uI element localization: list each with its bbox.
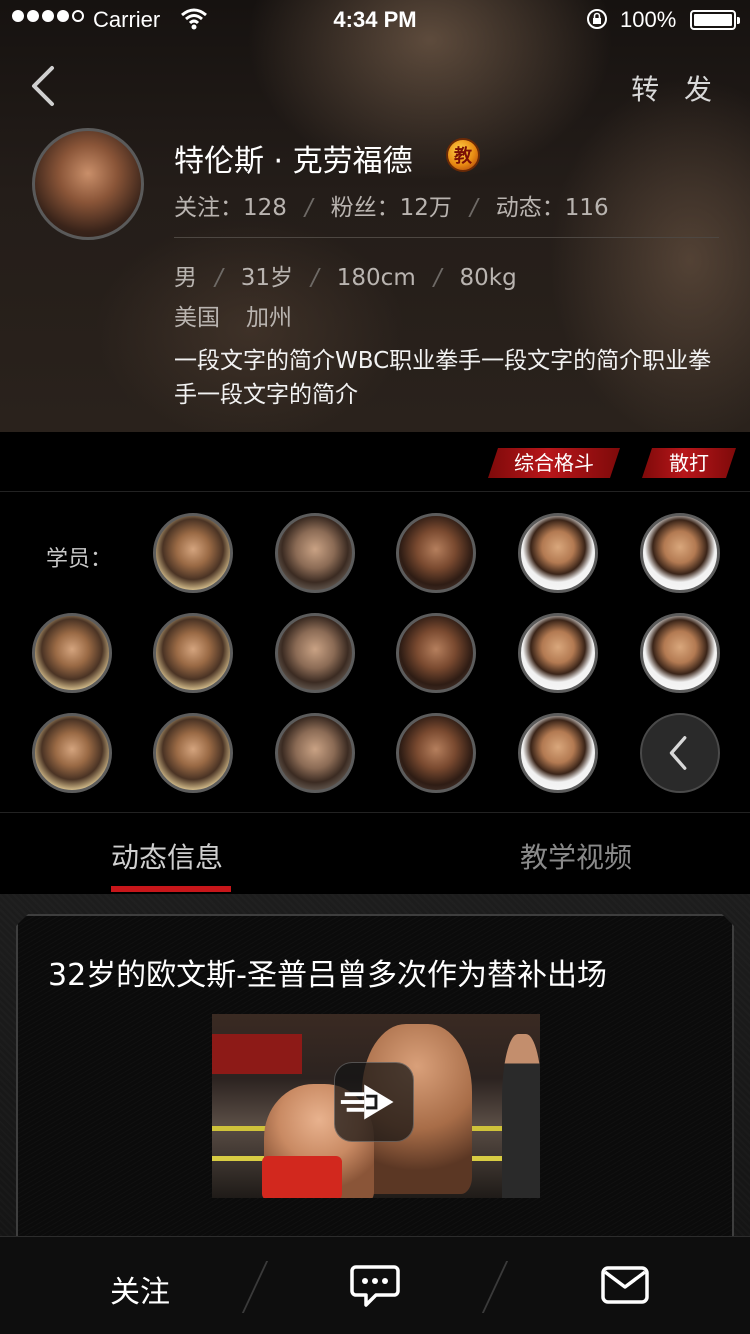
profile-header: Carrier 4:34 PM 100% 转 发 特伦斯 · 克劳福德 教 关注… — [0, 0, 750, 432]
video-thumbnail[interactable] — [212, 1014, 540, 1198]
video-play-icon[interactable] — [334, 1062, 414, 1142]
tab-activity[interactable]: 动态信息 — [111, 836, 223, 876]
rotation-lock-icon — [587, 9, 607, 29]
attr-separator: / — [311, 265, 319, 291]
back-chevron-icon[interactable] — [24, 62, 64, 110]
student-avatar[interactable] — [518, 613, 598, 693]
tab-teaching-videos[interactable]: 教学视频 — [520, 836, 632, 876]
student-avatar[interactable] — [275, 513, 355, 593]
tag-mma[interactable]: 综合格斗 — [488, 448, 620, 478]
bar-divider — [481, 1261, 509, 1313]
activity-feed: 32岁的欧文斯-圣普吕曾多次作为替补出场 — [0, 894, 750, 1236]
profile-bio: 一段文字的简介WBC职业拳手一段文字的简介职业拳手一段文字的简介 — [174, 348, 712, 408]
age: 31岁 — [240, 265, 294, 291]
student-avatar[interactable] — [275, 613, 355, 693]
student-avatar[interactable] — [518, 713, 598, 793]
student-avatar[interactable] — [153, 713, 233, 793]
profile-name: 特伦斯 · 克劳福德 — [174, 144, 413, 179]
more-students-button[interactable] — [640, 713, 720, 793]
posts-count[interactable]: 动态：116 — [496, 188, 609, 222]
fighter-shorts — [262, 1156, 342, 1198]
student-avatar[interactable] — [32, 713, 112, 793]
stat-separator: / — [304, 195, 313, 221]
fans-count[interactable]: 粉丝：12万 — [331, 188, 452, 222]
students-label: 学员： — [46, 547, 113, 572]
profile-avatar[interactable] — [32, 128, 144, 240]
attr-separator: / — [215, 265, 223, 291]
chat-bubble-icon[interactable] — [350, 1263, 400, 1309]
tags-bar: 综合格斗 散打 — [0, 432, 750, 492]
student-avatar[interactable] — [640, 513, 720, 593]
content-tabs: 动态信息 教学视频 — [0, 814, 750, 894]
student-avatar[interactable] — [32, 613, 112, 693]
coach-badge-icon: 教 — [446, 138, 480, 172]
feed-card[interactable]: 32岁的欧文斯-圣普吕曾多次作为替补出场 — [16, 914, 734, 1244]
student-avatar[interactable] — [640, 613, 720, 693]
share-button[interactable]: 转 发 — [631, 68, 720, 108]
student-avatar[interactable] — [396, 513, 476, 593]
profile-attributes: 男 / 31岁 / 180cm / 80kg — [174, 258, 517, 292]
active-tab-indicator — [111, 886, 231, 892]
battery-icon — [690, 10, 740, 30]
bar-divider — [241, 1261, 269, 1313]
follow-button[interactable]: 关注 — [110, 1267, 170, 1311]
stat-separator: / — [469, 195, 478, 221]
weight: 80kg — [459, 265, 517, 291]
following-count[interactable]: 关注：128 — [174, 188, 287, 222]
post-title[interactable]: 32岁的欧文斯-圣普吕曾多次作为替补出场 — [48, 950, 607, 994]
student-avatar[interactable] — [275, 713, 355, 793]
country: 美国 — [174, 305, 220, 331]
profile-divider — [174, 237, 719, 238]
battery-fill — [694, 14, 732, 26]
gender: 男 — [174, 265, 197, 291]
ring-banner — [212, 1034, 302, 1074]
referee-figure — [502, 1034, 540, 1198]
bottom-action-bar: 关注 — [0, 1236, 750, 1334]
student-avatar[interactable] — [153, 613, 233, 693]
tag-sanda[interactable]: 散打 — [642, 448, 736, 478]
region: 加州 — [246, 305, 292, 331]
student-avatar[interactable] — [518, 513, 598, 593]
profile-stats: 关注：128 / 粉丝：12万 / 动态：116 — [174, 188, 609, 222]
student-avatar[interactable] — [153, 513, 233, 593]
attr-separator: / — [433, 265, 442, 291]
envelope-icon[interactable] — [600, 1265, 650, 1305]
student-avatar[interactable] — [396, 713, 476, 793]
height: 180cm — [336, 265, 416, 291]
status-bar: Carrier 4:34 PM 100% — [0, 0, 750, 40]
profile-location: 美国 加州 — [174, 298, 292, 332]
students-section: 学员： — [0, 493, 750, 813]
student-avatar[interactable] — [396, 613, 476, 693]
battery-percent: 100% — [620, 7, 677, 32]
